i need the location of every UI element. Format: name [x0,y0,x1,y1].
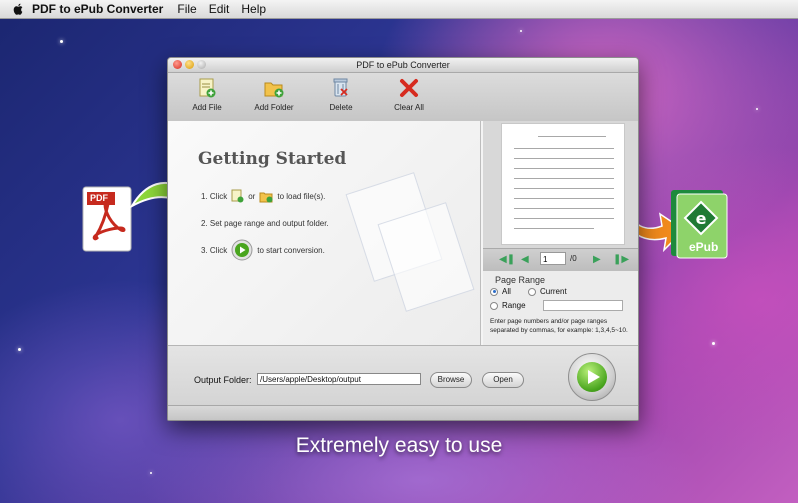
add-folder-label: Add Folder [254,103,294,112]
add-file-label: Add File [192,103,222,112]
menu-bar: PDF to ePub Converter File Edit Help [0,0,798,19]
window-titlebar: PDF to ePub Converter [168,58,638,73]
star [712,342,715,345]
page-total: /0 [570,254,577,263]
status-bar [168,405,638,420]
toolbar: Add File Add Folder Delete Clear All [168,73,638,122]
output-folder-label: Output Folder: [194,375,252,385]
start-conversion-button[interactable] [568,353,616,401]
add-folder-icon [264,82,284,98]
step-1-prefix: 1. Click [201,191,228,201]
decorative-page [377,202,475,312]
step-1-suffix: to load file(s). [277,191,326,201]
output-folder-input[interactable]: /Users/apple/Desktop/output [257,373,421,385]
pdf-document-icon: PDF [82,186,132,252]
svg-text:e: e [696,209,707,228]
add-file-small-icon[interactable] [231,189,244,203]
browse-button[interactable]: Browse [430,372,472,388]
radio-all-label: All [502,287,511,296]
star [150,472,152,474]
page-range-group: Page Range All Current Range Enter page … [483,271,638,345]
clear-all-label: Clear All [394,103,424,112]
preview-panel: ◀❚ ◀ 1 /0 ▶ ❚▶ Page Range All Current Ra… [483,121,638,345]
preview-page [501,123,625,245]
star [520,30,522,32]
radio-current[interactable]: Current [528,287,567,296]
menu-help[interactable]: Help [241,2,266,16]
add-file-icon [199,78,216,98]
page-number-input[interactable]: 1 [540,252,566,265]
menu-app-name[interactable]: PDF to ePub Converter [32,2,163,16]
zoom-button[interactable] [197,60,206,69]
range-help-text: Enter page numbers and/or page ranges se… [490,318,628,334]
next-page-icon[interactable]: ▶ [593,254,601,265]
step-1: 1. Click or to load file(s). [201,189,325,203]
epub-book-icon: e ePub [665,188,731,260]
step-1-or: or [248,191,256,201]
add-folder-button[interactable]: Add Folder [244,77,304,112]
star [60,40,63,43]
step-3: 3. Click to start conversion. [201,239,325,261]
add-folder-small-icon[interactable] [259,189,273,203]
first-page-icon[interactable]: ◀❚ [499,254,515,265]
getting-started-panel: Getting Started 1. Click or to load file… [168,121,481,345]
epub-icon-label: ePub [689,240,719,254]
apple-icon[interactable] [12,3,24,15]
pdf-icon-label: PDF [90,193,108,203]
range-input[interactable] [543,300,623,311]
add-file-button[interactable]: Add File [177,77,237,112]
step-2: 2. Set page range and output folder. [201,219,329,228]
page-range-title: Page Range [495,275,546,285]
close-button[interactable] [173,60,182,69]
app-window: PDF to ePub Converter Add File Add Folde… [167,57,639,421]
radio-current-label: Current [540,287,567,296]
clear-all-button[interactable]: Clear All [379,77,439,112]
start-small-icon[interactable] [231,239,253,261]
play-icon [577,362,607,392]
radio-current-indicator[interactable] [528,287,536,296]
radio-all[interactable]: All [490,287,511,296]
output-bar: Output Folder: /Users/apple/Desktop/outp… [168,345,638,406]
step-3-prefix: 3. Click [201,245,228,255]
window-title: PDF to ePub Converter [356,60,450,70]
menu-file[interactable]: File [177,2,196,16]
radio-range-label: Range [502,301,526,310]
radio-range[interactable]: Range [490,301,526,310]
star [756,108,758,110]
open-button[interactable]: Open [482,372,524,388]
main-area: Getting Started 1. Click or to load file… [168,121,638,345]
delete-label: Delete [329,103,353,112]
star [18,348,21,351]
clear-x-icon [400,79,418,97]
caption: Extremely easy to use [295,434,503,457]
radio-all-indicator[interactable] [490,287,498,296]
radio-range-indicator[interactable] [490,301,498,310]
delete-button[interactable]: Delete [311,77,371,112]
step-3-suffix: to start conversion. [257,245,325,255]
menu-edit[interactable]: Edit [209,2,230,16]
minimize-button[interactable] [185,60,194,69]
page-navigation: ◀❚ ◀ 1 /0 ▶ ❚▶ [483,248,638,272]
last-page-icon[interactable]: ❚▶ [613,254,629,265]
trash-icon [333,78,348,97]
previous-page-icon[interactable]: ◀ [521,254,529,265]
getting-started-title: Getting Started [198,149,347,169]
